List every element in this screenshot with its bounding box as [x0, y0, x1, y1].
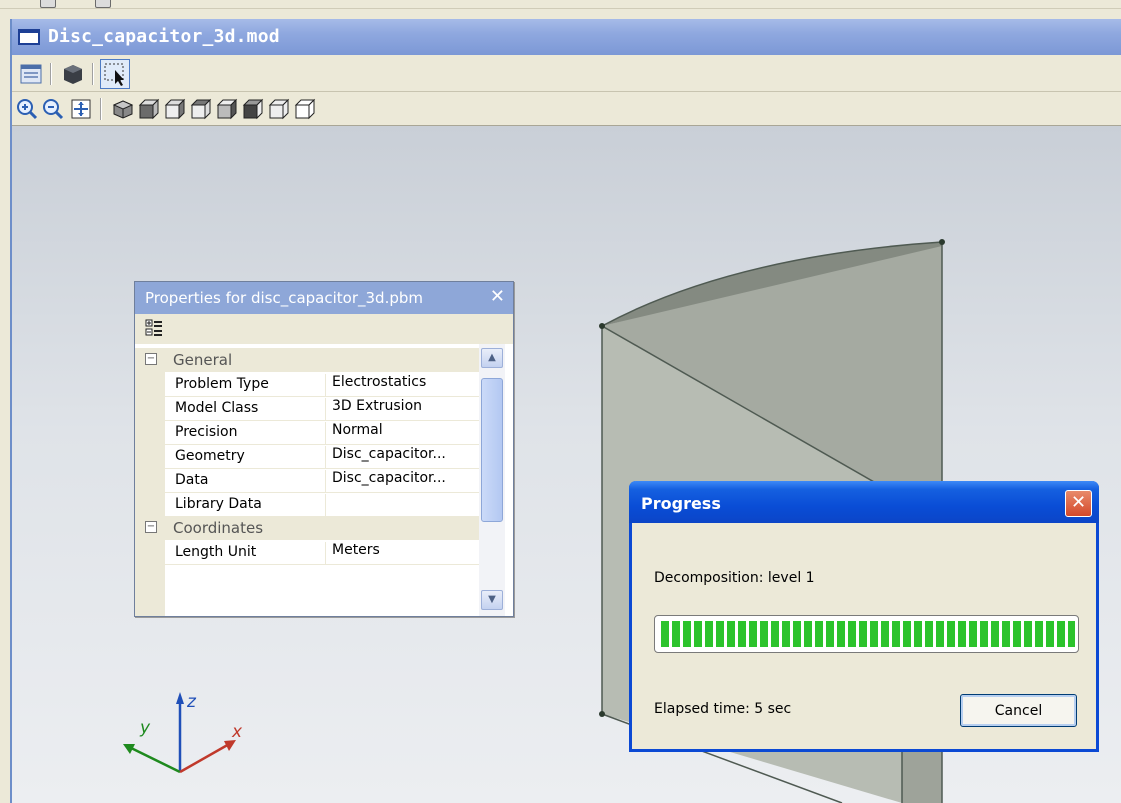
- properties-panel: Properties for disc_capacitor_3d.pbm ✕ −…: [134, 281, 514, 617]
- zoom-fit-icon[interactable]: [68, 96, 94, 122]
- property-name: Library Data: [175, 496, 262, 512]
- view-front-icon[interactable]: [136, 96, 162, 122]
- document-title: Disc_capacitor_3d.mod: [48, 26, 280, 47]
- close-icon[interactable]: ✕: [1065, 490, 1092, 517]
- property-value[interactable]: Meters: [325, 542, 482, 564]
- view-left-icon[interactable]: [188, 96, 214, 122]
- property-value[interactable]: 3D Extrusion: [325, 398, 482, 420]
- property-row[interactable]: Length Unit Meters: [165, 540, 479, 565]
- property-name: Model Class: [175, 400, 259, 416]
- property-row[interactable]: Data Disc_capacitor...: [165, 468, 479, 493]
- properties-title: Properties for disc_capacitor_3d.pbm: [145, 289, 423, 307]
- axis-z-label: z: [187, 692, 196, 712]
- category-general[interactable]: − General: [135, 348, 479, 372]
- document-titlebar[interactable]: Disc_capacitor_3d.mod: [12, 19, 1121, 55]
- scroll-up-icon[interactable]: ▲: [481, 348, 503, 368]
- view-bottom-icon[interactable]: [266, 96, 292, 122]
- progress-status: Decomposition: level 1: [654, 570, 815, 586]
- properties-scrollbar[interactable]: ▲ ▼: [479, 344, 505, 616]
- categorized-icon[interactable]: [143, 317, 169, 343]
- view-toolbar: [12, 55, 1121, 92]
- category-coordinates[interactable]: − Coordinates: [135, 516, 479, 540]
- property-row[interactable]: Geometry Disc_capacitor...: [165, 444, 479, 469]
- progress-titlebar[interactable]: Progress ✕: [629, 481, 1099, 523]
- progress-title: Progress: [641, 494, 721, 513]
- zoom-view-toolbar: [12, 92, 1121, 126]
- toolbar-separator: [92, 63, 94, 85]
- select-icon[interactable]: [100, 59, 130, 89]
- property-name: Length Unit: [175, 544, 257, 560]
- property-row[interactable]: Precision Normal: [165, 420, 479, 445]
- view-back-icon[interactable]: [162, 96, 188, 122]
- category-label: Coordinates: [173, 519, 264, 537]
- view-wire-icon[interactable]: [292, 96, 318, 122]
- elapsed-time: Elapsed time: 5 sec: [654, 701, 792, 717]
- progress-dialog: Progress ✕ Decomposition: level 1 Elapse…: [629, 481, 1099, 752]
- toolbar-separator: [50, 63, 52, 85]
- property-value[interactable]: Disc_capacitor...: [325, 446, 482, 468]
- view-right-icon[interactable]: [214, 96, 240, 122]
- property-name: Geometry: [175, 448, 245, 464]
- property-row[interactable]: Model Class 3D Extrusion: [165, 396, 479, 421]
- property-grid: − General Problem Type Electrostatics Mo…: [135, 344, 479, 616]
- window-list-icon[interactable]: [18, 61, 44, 87]
- category-label: General: [173, 351, 233, 369]
- solid-view-icon[interactable]: [60, 61, 86, 87]
- property-value[interactable]: Electrostatics: [325, 374, 482, 396]
- app-toolbar-strip: [0, 0, 1121, 9]
- scroll-thumb[interactable]: [481, 378, 503, 522]
- property-name: Data: [175, 472, 209, 488]
- property-row[interactable]: Problem Type Electrostatics: [165, 372, 479, 397]
- property-row[interactable]: Library Data: [165, 492, 479, 517]
- property-name: Precision: [175, 424, 238, 440]
- close-icon[interactable]: ✕: [490, 286, 505, 307]
- view-top-icon[interactable]: [240, 96, 266, 122]
- app-toolbar-button[interactable]: [40, 0, 56, 8]
- collapse-icon[interactable]: −: [145, 521, 157, 533]
- zoom-out-icon[interactable]: [40, 96, 66, 122]
- property-value[interactable]: Normal: [325, 422, 482, 444]
- view-iso-icon[interactable]: [110, 96, 136, 122]
- progress-bar: [654, 615, 1079, 653]
- axis-x-label: x: [232, 722, 243, 742]
- zoom-in-icon[interactable]: [14, 96, 40, 122]
- property-value[interactable]: [325, 494, 482, 516]
- axis-y-label: y: [140, 718, 151, 738]
- cancel-button[interactable]: Cancel: [960, 694, 1077, 727]
- collapse-icon[interactable]: −: [145, 353, 157, 365]
- properties-toolbar: [135, 314, 513, 344]
- scroll-down-icon[interactable]: ▼: [481, 590, 503, 610]
- app-toolbar-button[interactable]: [95, 0, 111, 8]
- property-value[interactable]: Disc_capacitor...: [325, 470, 482, 492]
- grid-indent: [135, 540, 165, 616]
- properties-titlebar[interactable]: Properties for disc_capacitor_3d.pbm ✕: [135, 282, 513, 314]
- window-icon: [18, 29, 40, 45]
- progress-fill: [658, 621, 1075, 647]
- property-name: Problem Type: [175, 376, 269, 392]
- toolbar-separator: [100, 98, 102, 120]
- grid-indent: [135, 372, 165, 532]
